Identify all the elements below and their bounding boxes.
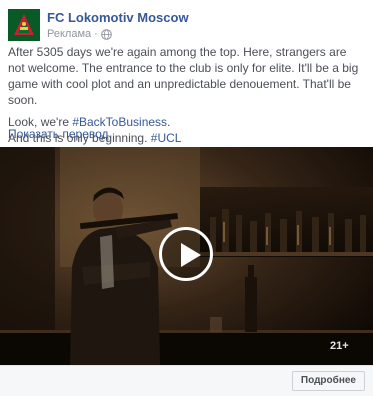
sponsored-label[interactable]: Реклама [47, 28, 91, 40]
post-line-suffix: . [167, 115, 171, 129]
meta-separator: · [94, 28, 98, 40]
globe-icon[interactable] [100, 28, 112, 40]
hashtag-ucl[interactable]: #UCL [151, 131, 182, 145]
show-translation-link[interactable]: Показать перевод [8, 127, 109, 141]
ad-footer: Подробнее [0, 365, 373, 396]
post-meta: Реклама · [47, 27, 112, 41]
play-triangle [181, 243, 201, 267]
play-icon[interactable] [159, 227, 213, 281]
page-name-link[interactable]: FC Lokomotiv Moscow [47, 10, 189, 25]
lokomotiv-logo-icon [8, 9, 40, 41]
age-rating-badge: 21+ [330, 340, 349, 352]
post-paragraph: After 5305 days we're again among the to… [8, 45, 359, 107]
page-avatar[interactable] [8, 9, 40, 41]
ad-post-card: FC Lokomotiv Moscow Реклама · After 5305… [0, 0, 373, 396]
learn-more-button[interactable]: Подробнее [291, 371, 365, 391]
